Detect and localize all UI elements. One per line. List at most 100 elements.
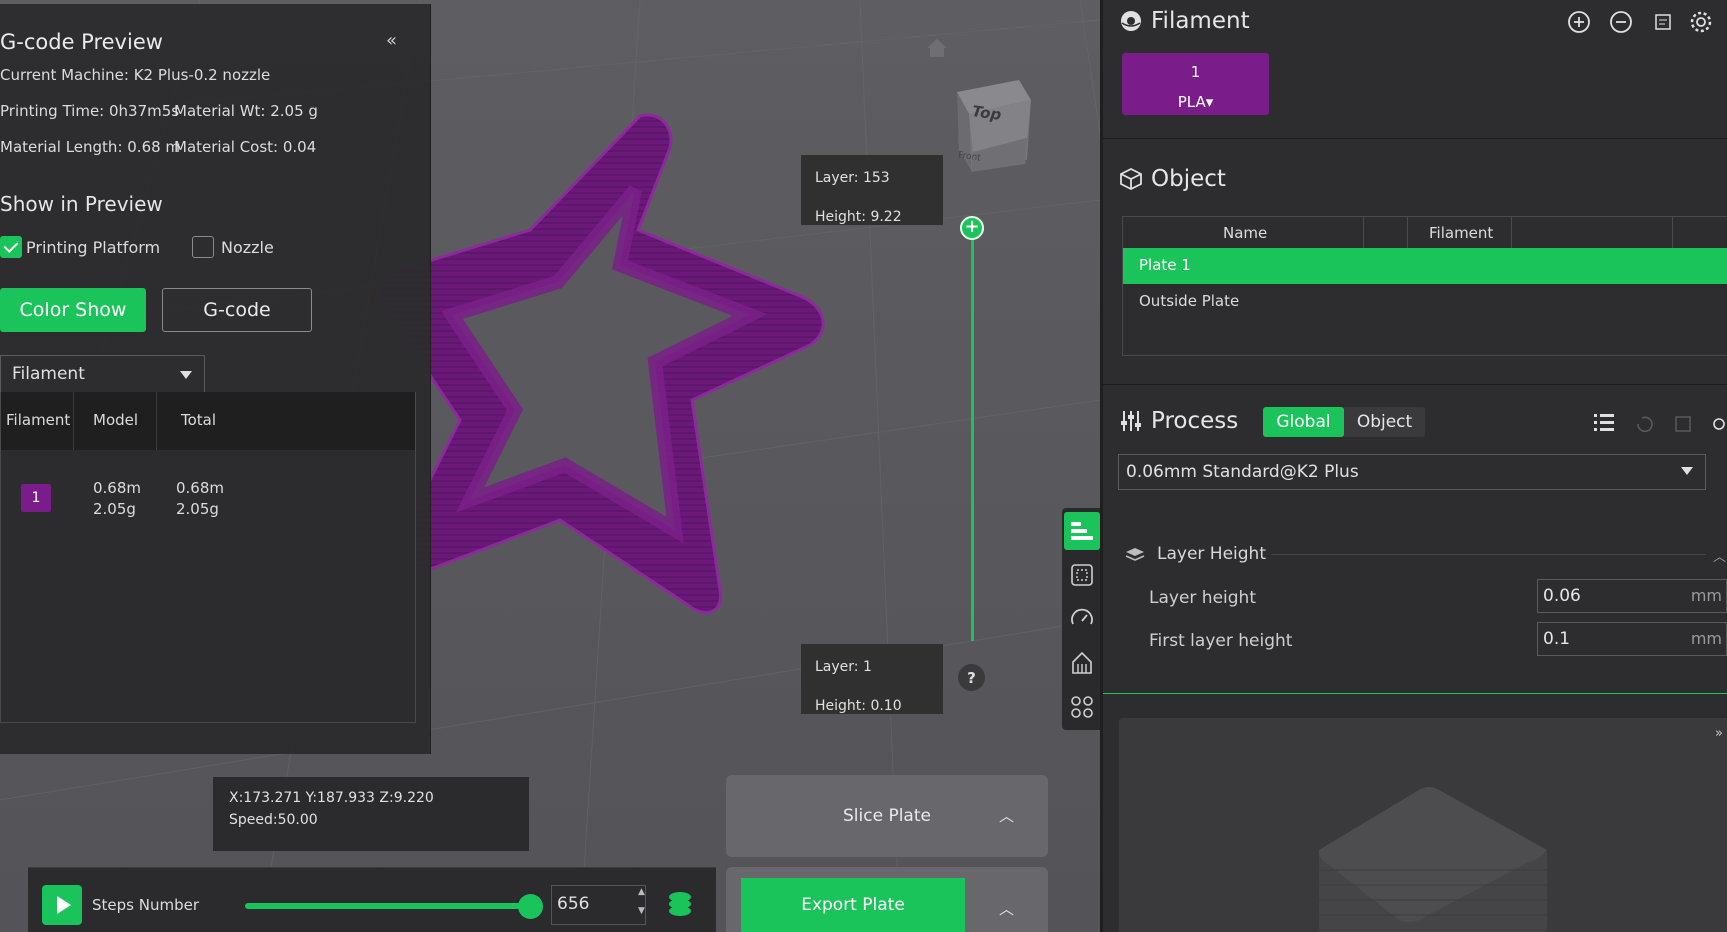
process-preset-select[interactable]: 0.06mm Standard@K2 Plus: [1118, 454, 1706, 490]
reset-icon[interactable]: [1633, 412, 1657, 436]
add-filament-icon[interactable]: [1567, 10, 1591, 34]
filament-card-number: 1: [1190, 63, 1201, 81]
top-layer-height: Height: 9.22: [815, 209, 902, 225]
total-weight: 2.05g: [176, 500, 219, 518]
view-type-value: Filament: [12, 364, 85, 384]
header-separator: [1511, 217, 1512, 249]
help-button[interactable]: ?: [958, 664, 985, 691]
bottom-layer-number: Layer: 1: [815, 659, 872, 675]
preview-view-toolbar: [1062, 508, 1102, 730]
group-divider: [1271, 554, 1706, 555]
header-separator: [1407, 217, 1408, 249]
object-title: Object: [1151, 166, 1226, 192]
home-icon[interactable]: [926, 38, 948, 58]
cube-icon: [1120, 167, 1142, 191]
steps-decrement-icon[interactable]: ▼: [638, 906, 645, 916]
layer-slider-track[interactable]: [971, 227, 974, 641]
total-length: 0.68m: [176, 479, 225, 497]
filament-settings-gear-icon[interactable]: [1689, 10, 1713, 34]
layer-slider-top-knob[interactable]: +: [960, 216, 984, 240]
bottom-layer-info: Layer: 1 Height: 0.10: [801, 644, 943, 714]
filament-badge: 1: [21, 484, 51, 512]
export-plate-button[interactable]: Export Plate: [741, 878, 965, 932]
header-separator: [156, 392, 157, 450]
tab-global[interactable]: Global: [1263, 407, 1344, 437]
first-layer-height-unit: mm: [1690, 629, 1722, 648]
steps-slider-track[interactable]: [245, 903, 531, 909]
material-weight: Material Wt: 2.05 g: [174, 102, 318, 120]
remove-filament-icon[interactable]: [1609, 10, 1633, 34]
layer-view-button[interactable]: [1064, 512, 1100, 550]
steps-increment-icon[interactable]: ▲: [638, 887, 645, 897]
gcode-preview-panel: G-code Preview « Current Machine: K2 Plu…: [0, 4, 431, 754]
steps-input[interactable]: 656: [551, 885, 646, 925]
steps-label: Steps Number: [92, 896, 199, 914]
printing-platform-checkbox[interactable]: [0, 236, 22, 258]
section-divider: [1103, 384, 1727, 385]
speed-text: Speed:50.00: [229, 812, 318, 828]
layer-height-label: Layer height: [1149, 588, 1256, 608]
steps-slider-knob[interactable]: [518, 894, 543, 919]
frame-select-icon: [1071, 564, 1093, 586]
panel-title: G-code Preview: [0, 30, 163, 54]
object-row-plate-1[interactable]: Plate 1: [1123, 248, 1727, 284]
slice-plate-button[interactable]: Slice Plate ︿: [726, 775, 1048, 857]
speed-view-button[interactable]: [1064, 600, 1100, 638]
process-preview-thumbnail: »: [1119, 718, 1727, 932]
tab-object[interactable]: Object: [1344, 407, 1425, 437]
process-title: Process: [1151, 408, 1239, 434]
view-type-dropdown[interactable]: Filament: [0, 355, 205, 393]
current-machine: Current Machine: K2 Plus-0.2 nozzle: [0, 66, 271, 84]
model-length: 0.68m: [93, 479, 142, 497]
process-preset-value: 0.06mm Standard@K2 Plus: [1126, 462, 1359, 482]
header-model: Model: [93, 411, 139, 429]
support-view-button[interactable]: [1064, 644, 1100, 682]
printing-platform-label: Printing Platform: [26, 238, 161, 257]
header-separator: [1672, 217, 1673, 249]
save-icon[interactable]: [1671, 412, 1695, 436]
coordinates-readout: X:173.271 Y:187.933 Z:9.220 Speed:50.00: [213, 777, 529, 851]
first-layer-height-input[interactable]: 0.1 mm: [1537, 622, 1727, 656]
layer-stack-illustration: [1319, 787, 1547, 932]
command-icon: [1071, 696, 1093, 718]
filament-usage-table: Filament Model Total 1 0.68m 2.05g 0.68m…: [0, 392, 416, 723]
top-layer-number: Layer: 153: [815, 170, 890, 186]
layer-height-input[interactable]: 0.06 mm: [1537, 579, 1727, 613]
play-button[interactable]: [42, 885, 82, 925]
gcode-button[interactable]: G-code: [162, 288, 312, 332]
object-table-header: Name Filament: [1123, 217, 1727, 249]
sliders-icon: [1121, 411, 1141, 431]
position-text: X:173.271 Y:187.933 Z:9.220: [229, 790, 434, 806]
list-view-icon[interactable]: [1592, 410, 1616, 434]
top-layer-info: Layer: 153 Height: 9.22: [801, 155, 943, 225]
object-header: Object: [1119, 166, 1226, 192]
collapse-chevron-icon[interactable]: «: [386, 30, 397, 51]
first-layer-height-value: 0.1: [1543, 629, 1571, 649]
compare-icon[interactable]: [1707, 412, 1727, 436]
layer-height-value: 0.06: [1543, 586, 1581, 606]
slice-chevron-up-icon[interactable]: ︿: [999, 805, 1014, 826]
command-view-button[interactable]: [1064, 688, 1100, 726]
edit-filament-icon[interactable]: [1651, 10, 1675, 34]
layers-icon[interactable]: [668, 891, 692, 917]
view-cube[interactable]: [935, 72, 1035, 182]
layer-bars-icon: [1071, 522, 1093, 540]
preset-caret-icon: [1681, 467, 1693, 475]
object-row-outside-plate[interactable]: Outside Plate: [1123, 284, 1727, 320]
group-collapse-chevron-icon[interactable]: ︿: [1713, 546, 1726, 565]
printing-time: Printing Time: 0h37m5s: [0, 102, 180, 120]
color-show-button[interactable]: Color Show: [0, 288, 146, 332]
export-chevron-up-icon[interactable]: ︿: [999, 898, 1014, 919]
nozzle-checkbox[interactable]: [192, 236, 214, 258]
filament-card-type[interactable]: PLA▾: [1122, 91, 1269, 113]
star-model[interactable]: [370, 100, 850, 620]
expand-chevron-icon[interactable]: »: [1715, 726, 1723, 741]
process-header: Process: [1119, 408, 1238, 434]
layer-height-group-title: Layer Height: [1157, 544, 1266, 564]
bottom-layer-height: Height: 0.10: [815, 698, 902, 714]
filament-header: Filament: [1119, 8, 1250, 34]
filament-card-1[interactable]: 1 PLA▾: [1122, 53, 1269, 115]
total-usage-cell: 0.68m 2.05g: [176, 478, 224, 520]
frame-view-button[interactable]: [1064, 556, 1100, 594]
process-scope-tabs: Global Object: [1263, 407, 1425, 437]
